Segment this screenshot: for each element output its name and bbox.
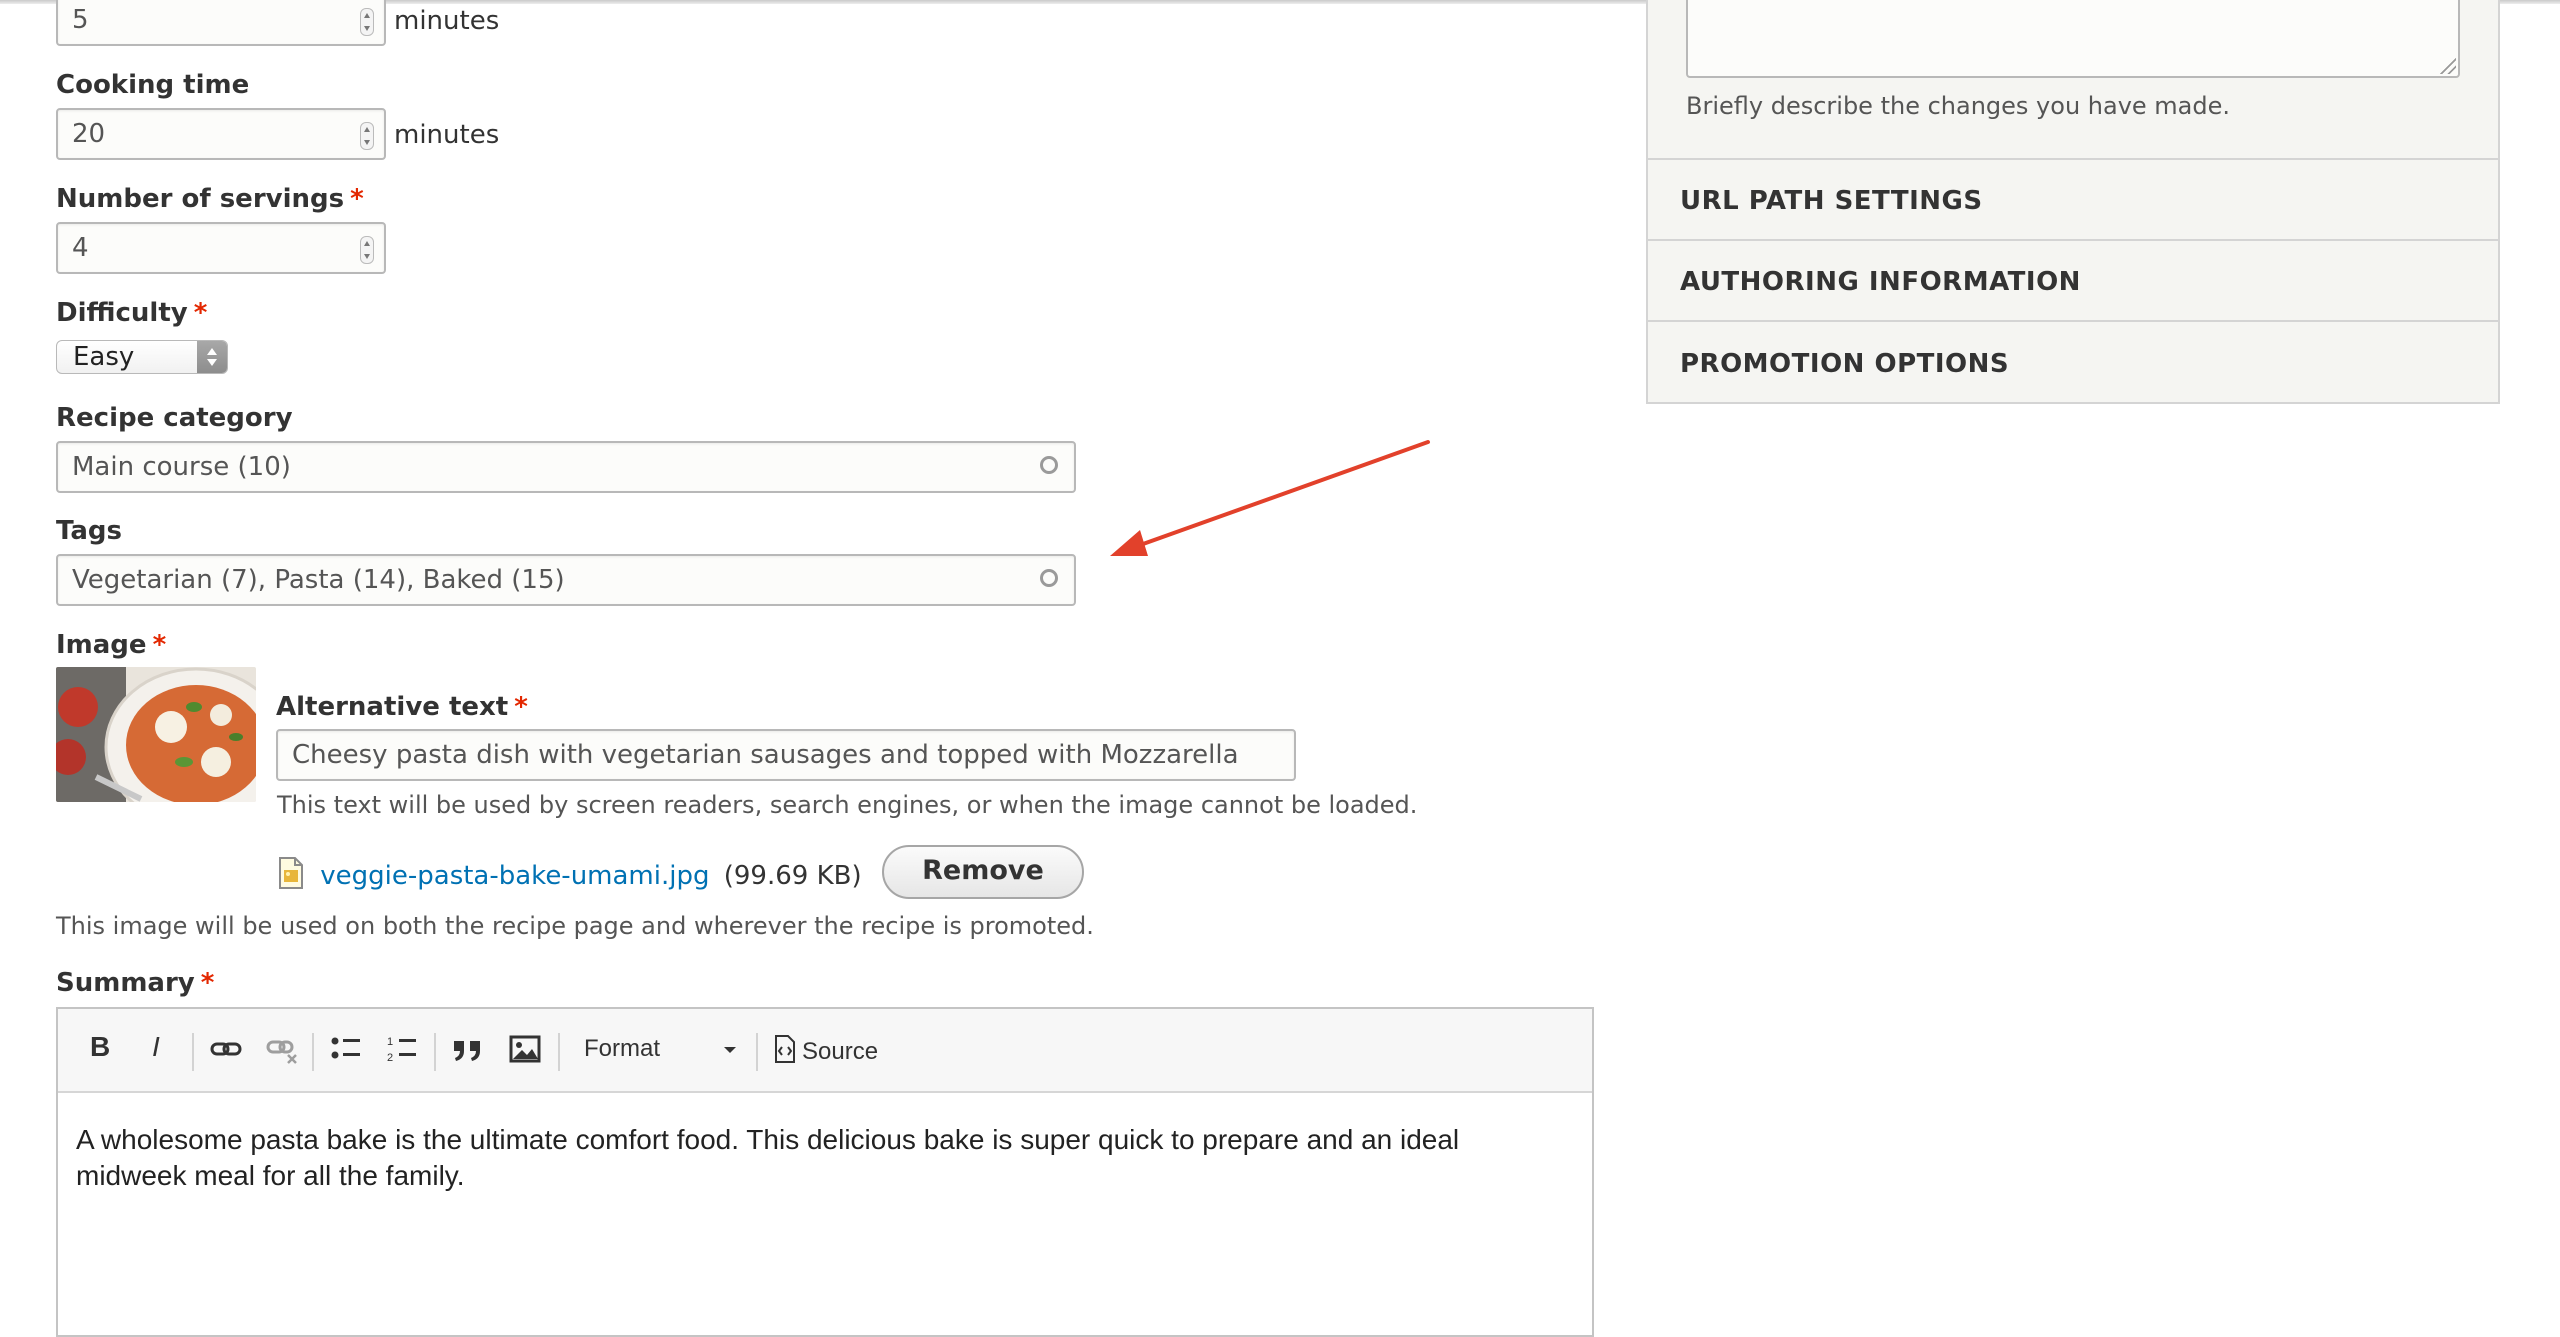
summary-label: Summary * [56, 968, 214, 998]
spinner-icon[interactable] [360, 236, 374, 264]
numbered-list-icon[interactable]: 12 [386, 1031, 418, 1071]
toolbar-separator [192, 1033, 194, 1071]
summary-label-text: Summary [56, 968, 195, 998]
editor-toolbar: B I 12 Format Source [58, 1009, 1592, 1093]
revision-log-textarea[interactable] [1686, 0, 2460, 78]
remove-button[interactable]: Remove [882, 845, 1084, 899]
autocomplete-throbber-icon [1040, 569, 1058, 587]
file-size: (99.69 KB) [723, 861, 862, 891]
servings-label-text: Number of servings [56, 184, 345, 214]
authoring-information-title: AUTHORING INFORMATION [1680, 267, 2081, 297]
difficulty-label: Difficulty * [56, 298, 207, 328]
toolbar-separator [312, 1033, 314, 1071]
alt-text-label: Alternative text * [276, 692, 528, 722]
bulleted-list-icon[interactable] [330, 1031, 362, 1071]
source-icon [774, 1035, 796, 1070]
spinner-icon[interactable] [360, 8, 374, 36]
revision-log-description: Briefly describe the changes you have ma… [1686, 92, 2231, 120]
image-label-text: Image [56, 630, 147, 660]
cooking-time-value: 20 [72, 119, 106, 149]
tags-label: Tags [56, 516, 122, 546]
difficulty-select[interactable]: Easy [56, 340, 228, 374]
alt-text-label-text: Alternative text [276, 692, 509, 722]
file-image-icon [278, 857, 304, 896]
annotation-arrow-icon [1110, 440, 1430, 556]
url-path-settings-title: URL PATH SETTINGS [1680, 186, 1983, 216]
select-arrows-icon [197, 341, 227, 373]
autocomplete-throbber-icon [1040, 456, 1058, 474]
toolbar-separator [434, 1033, 436, 1071]
alt-text-value: Cheesy pasta dish with vegetarian sausag… [292, 740, 1239, 770]
link-icon[interactable] [208, 1031, 244, 1071]
authoring-information-section[interactable]: AUTHORING INFORMATION [1646, 239, 2500, 322]
servings-value: 4 [72, 233, 89, 263]
bold-icon[interactable]: B [90, 1031, 110, 1071]
source-label: Source [802, 1037, 879, 1065]
recipe-category-label: Recipe category [56, 403, 293, 433]
tags-value: Vegetarian (7), Pasta (14), Baked (15) [72, 565, 565, 595]
image-label: Image * [56, 630, 166, 660]
image-thumbnail [56, 667, 256, 802]
cooking-time-input[interactable]: 20 [56, 108, 386, 160]
summary-body[interactable]: A wholesome pasta bake is the ultimate c… [76, 1122, 1576, 1194]
alt-text-input[interactable]: Cheesy pasta dish with vegetarian sausag… [276, 729, 1296, 781]
prep-time-value: 5 [72, 5, 89, 35]
image-description: This image will be used on both the reci… [56, 912, 1094, 940]
cooking-time-label: Cooking time [56, 70, 249, 100]
recipe-category-value: Main course (10) [72, 452, 291, 482]
url-path-settings-section[interactable]: URL PATH SETTINGS [1646, 158, 2500, 241]
prep-time-unit: minutes [394, 6, 500, 36]
required-marker: * [193, 298, 208, 328]
recipe-category-label-text: Recipe category [56, 403, 293, 433]
required-marker: * [350, 184, 364, 214]
format-dropdown[interactable]: Format [584, 1035, 744, 1075]
tags-label-text: Tags [56, 516, 123, 546]
cooking-time-label-text: Cooking time [56, 70, 250, 100]
required-marker: * [152, 630, 167, 660]
svg-text:1: 1 [387, 1036, 393, 1048]
dropdown-caret-icon [724, 1047, 736, 1053]
prep-time-input[interactable]: 5 [56, 0, 386, 46]
difficulty-value: Easy [73, 342, 135, 372]
servings-label: Number of servings * [56, 184, 364, 214]
italic-icon[interactable]: I [152, 1031, 160, 1071]
image-icon[interactable] [508, 1031, 542, 1071]
toolbar-separator [558, 1033, 560, 1071]
toolbar-separator [756, 1033, 758, 1071]
summary-editor[interactable]: B I 12 Format Source A wholesome pasta b… [56, 1007, 1594, 1337]
file-link[interactable]: veggie-pasta-bake-umami.jpg [320, 861, 709, 891]
servings-input[interactable]: 4 [56, 222, 386, 274]
format-label: Format [584, 1035, 661, 1062]
recipe-category-input[interactable]: Main course (10) [56, 441, 1076, 493]
file-row: veggie-pasta-bake-umami.jpg (99.69 KB) [278, 857, 862, 896]
spinner-icon[interactable] [360, 122, 374, 150]
difficulty-label-text: Difficulty [56, 298, 188, 328]
cooking-time-unit: minutes [394, 120, 500, 150]
alt-text-description: This text will be used by screen readers… [277, 791, 1418, 819]
promotion-options-section[interactable]: PROMOTION OPTIONS [1646, 320, 2500, 404]
resize-grip-icon[interactable] [2438, 56, 2456, 74]
unlink-icon[interactable] [264, 1031, 300, 1071]
required-marker: * [514, 692, 528, 722]
blockquote-icon[interactable] [450, 1031, 486, 1071]
tags-input[interactable]: Vegetarian (7), Pasta (14), Baked (15) [56, 554, 1076, 606]
required-marker: * [200, 968, 215, 998]
promotion-options-title: PROMOTION OPTIONS [1680, 349, 2010, 379]
source-button[interactable]: Source [774, 1035, 878, 1075]
svg-text:2: 2 [387, 1052, 393, 1064]
